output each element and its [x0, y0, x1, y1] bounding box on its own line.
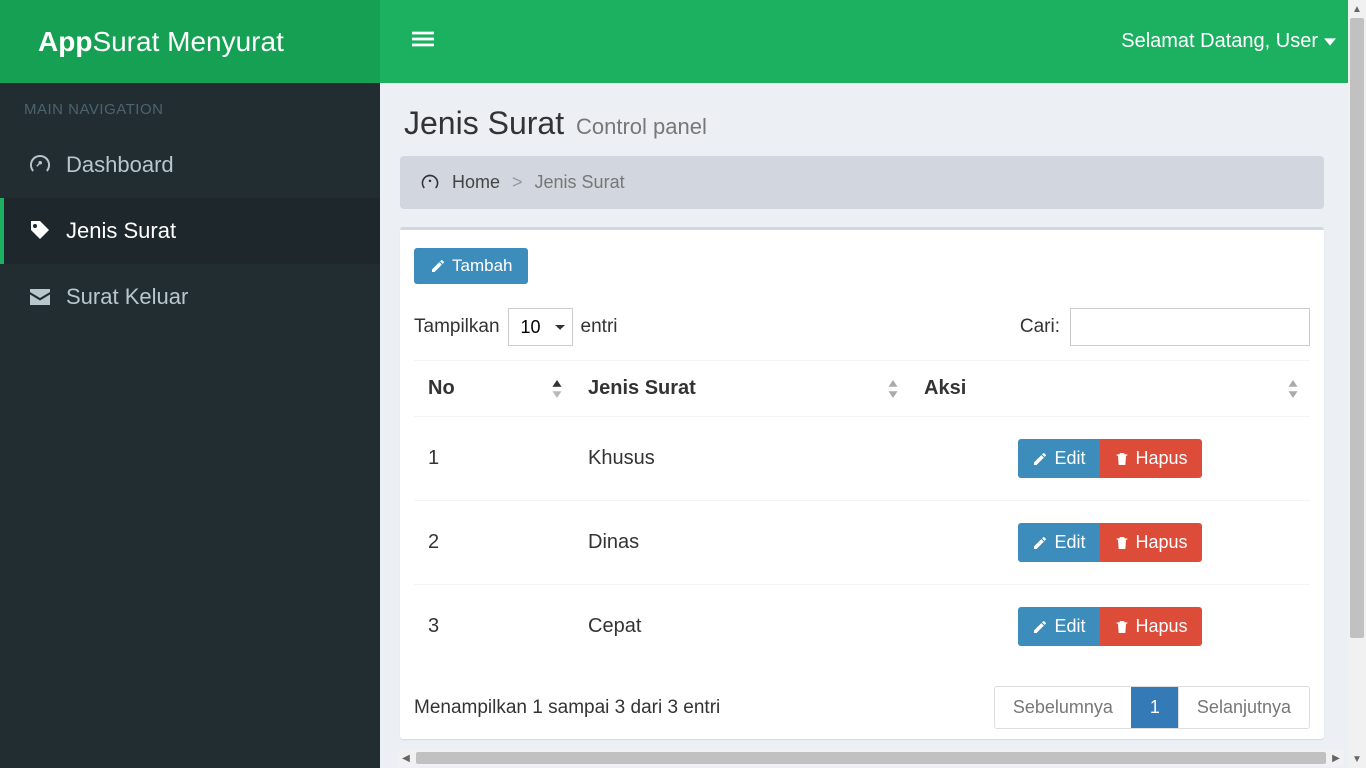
page-title: Jenis Surat	[404, 105, 564, 141]
cell-no: 2	[414, 501, 574, 585]
edit-button-label: Edit	[1054, 532, 1085, 553]
breadcrumb-current: Jenis Surat	[535, 172, 625, 193]
edit-icon	[1032, 535, 1048, 551]
entries-label: entri	[581, 316, 618, 338]
delete-button-label: Hapus	[1136, 448, 1188, 469]
horizontal-scrollbar[interactable]: ◀ ▶	[398, 750, 1344, 766]
caret-down-icon	[1324, 38, 1336, 46]
pagination-page-1[interactable]: 1	[1131, 687, 1178, 728]
navbar: Selamat Datang, User	[380, 0, 1366, 83]
data-table: No Jenis Surat Aksi	[414, 360, 1310, 668]
add-button-label: Tambah	[452, 256, 512, 276]
sort-asc-icon	[552, 380, 562, 398]
edit-button-label: Edit	[1054, 616, 1085, 637]
content-header: Jenis Surat Control panel	[380, 83, 1344, 156]
col-no[interactable]: No	[414, 361, 574, 417]
sidebar: MAIN NAVIGATION Dashboard Jenis Surat Su…	[0, 83, 380, 768]
cell-no: 1	[414, 417, 574, 501]
scroll-right-arrow[interactable]: ▶	[1328, 750, 1344, 766]
pagination-next[interactable]: Selanjutnya	[1178, 687, 1309, 728]
length-control: Tampilkan 10 entri	[414, 308, 618, 346]
content: Jenis Surat Control panel Home > Jenis S…	[380, 83, 1344, 768]
scroll-down-arrow[interactable]: ▼	[1348, 750, 1366, 768]
pagination: Sebelumnya 1 Selanjutnya	[994, 686, 1310, 729]
logo-rest: Surat Menyurat	[92, 26, 283, 58]
show-label: Tampilkan	[414, 316, 500, 338]
search-input[interactable]	[1070, 308, 1310, 346]
edit-button[interactable]: Edit	[1018, 607, 1099, 646]
page-subtitle: Control panel	[576, 114, 707, 139]
scroll-left-arrow[interactable]: ◀	[398, 750, 414, 766]
sidebar-header: MAIN NAVIGATION	[0, 83, 380, 132]
delete-button-label: Hapus	[1136, 532, 1188, 553]
cell-jenis: Dinas	[574, 501, 910, 585]
trash-icon	[1114, 451, 1130, 467]
envelope-icon	[28, 285, 52, 309]
delete-button-label: Hapus	[1136, 616, 1188, 637]
table-footer: Menampilkan 1 sampai 3 dari 3 entri Sebe…	[414, 686, 1310, 729]
app-logo[interactable]: App Surat Menyurat	[0, 0, 380, 83]
dashboard-icon	[420, 173, 440, 193]
table-row: 3Cepat Edit Hapus	[414, 585, 1310, 669]
add-button[interactable]: Tambah	[414, 248, 528, 284]
page-size-select[interactable]: 10	[508, 308, 573, 346]
cell-no: 3	[414, 585, 574, 669]
cell-aksi: Edit Hapus	[910, 585, 1310, 669]
sidebar-item-dashboard[interactable]: Dashboard	[0, 132, 380, 198]
user-menu[interactable]: Selamat Datang, User	[1121, 30, 1346, 53]
edit-icon	[430, 258, 446, 274]
cell-jenis: Khusus	[574, 417, 910, 501]
pagination-prev[interactable]: Sebelumnya	[995, 687, 1131, 728]
edit-button[interactable]: Edit	[1018, 523, 1099, 562]
table-controls: Tampilkan 10 entri Cari:	[414, 308, 1310, 346]
col-aksi[interactable]: Aksi	[910, 361, 1310, 417]
table-row: 2Dinas Edit Hapus	[414, 501, 1310, 585]
edit-icon	[1032, 451, 1048, 467]
cell-aksi: Edit Hapus	[910, 501, 1310, 585]
user-menu-text: Selamat Datang, User	[1121, 30, 1318, 53]
hamburger-icon[interactable]	[400, 22, 446, 62]
dashboard-icon	[28, 153, 52, 177]
col-jenis[interactable]: Jenis Surat	[574, 361, 910, 417]
vertical-scrollbar[interactable]: ▲ ▼	[1348, 0, 1366, 768]
tag-icon	[28, 219, 52, 243]
delete-button[interactable]: Hapus	[1100, 607, 1202, 646]
vertical-scroll-thumb[interactable]	[1350, 18, 1364, 638]
sort-icon	[1288, 380, 1298, 398]
breadcrumb-home[interactable]: Home	[452, 172, 500, 193]
trash-icon	[1114, 535, 1130, 551]
logo-bold: App	[38, 26, 92, 58]
scroll-up-arrow[interactable]: ▲	[1348, 0, 1366, 18]
table-info: Menampilkan 1 sampai 3 dari 3 entri	[414, 697, 720, 719]
search-control: Cari:	[1020, 308, 1310, 346]
sidebar-item-label: Jenis Surat	[66, 218, 176, 244]
edit-button-label: Edit	[1054, 448, 1085, 469]
header: App Surat Menyurat Selamat Datang, User	[0, 0, 1366, 83]
breadcrumb-separator: >	[512, 172, 523, 193]
cell-jenis: Cepat	[574, 585, 910, 669]
delete-button[interactable]: Hapus	[1100, 523, 1202, 562]
edit-button[interactable]: Edit	[1018, 439, 1099, 478]
delete-button[interactable]: Hapus	[1100, 439, 1202, 478]
sidebar-item-label: Surat Keluar	[66, 284, 188, 310]
main-box: Tambah Tampilkan 10 entri Cari: No	[400, 227, 1324, 739]
cell-aksi: Edit Hapus	[910, 417, 1310, 501]
table-row: 1Khusus Edit Hapus	[414, 417, 1310, 501]
sidebar-item-surat-keluar[interactable]: Surat Keluar	[0, 264, 380, 330]
breadcrumb: Home > Jenis Surat	[400, 156, 1324, 209]
sidebar-item-jenis-surat[interactable]: Jenis Surat	[0, 198, 380, 264]
horizontal-scroll-thumb[interactable]	[416, 752, 1326, 764]
sort-icon	[888, 380, 898, 398]
sidebar-item-label: Dashboard	[66, 152, 174, 178]
search-label: Cari:	[1020, 316, 1060, 338]
trash-icon	[1114, 619, 1130, 635]
edit-icon	[1032, 619, 1048, 635]
